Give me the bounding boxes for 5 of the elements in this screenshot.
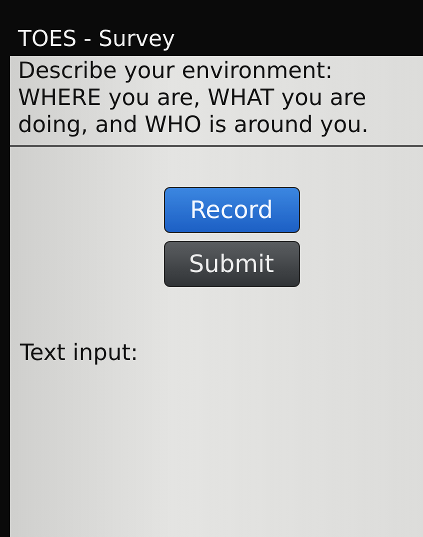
survey-prompt: Describe your environment: WHERE you are, WHAT you are doing, and WHO is around you.	[10, 56, 423, 148]
submit-button[interactable]: Submit	[164, 241, 300, 288]
record-button[interactable]: Record	[164, 187, 300, 234]
window-title: TOES - Survey	[17, 26, 176, 54]
text-input-label: Text input:	[20, 339, 140, 368]
